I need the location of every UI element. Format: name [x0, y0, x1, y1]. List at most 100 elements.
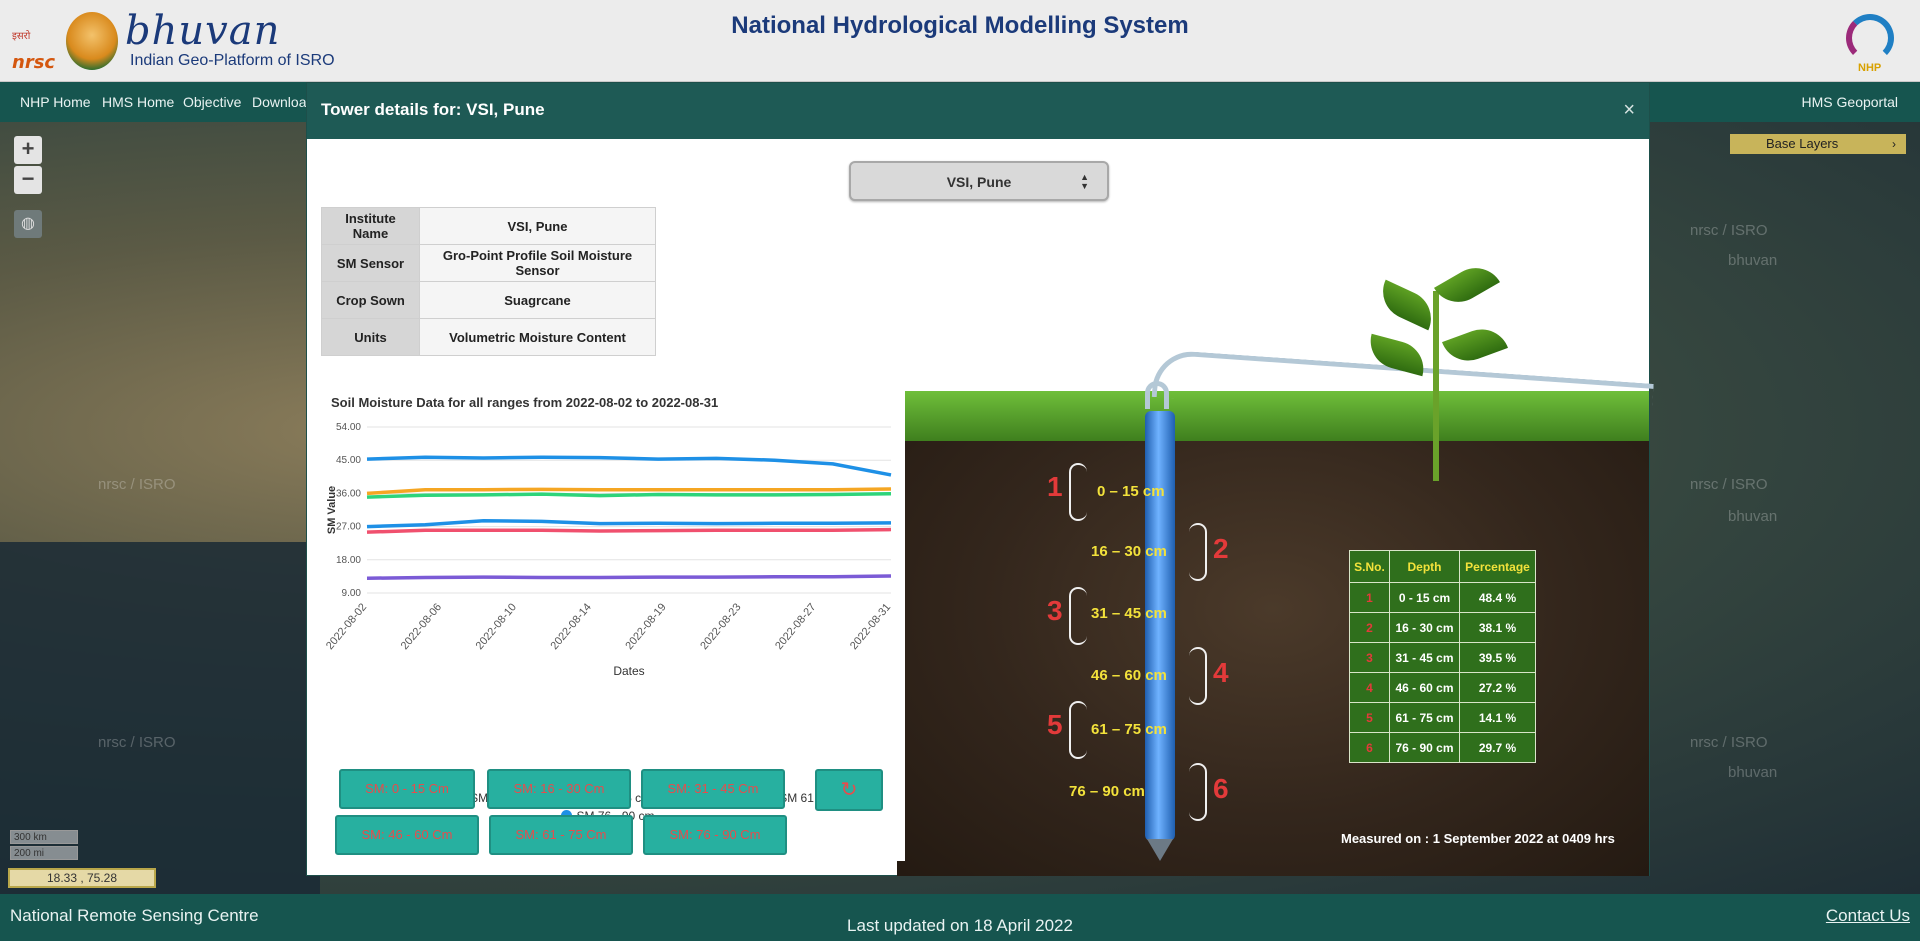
series-line	[366, 492, 892, 499]
base-layers-label: Base Layers	[1766, 136, 1839, 151]
row-number: 3	[1349, 642, 1390, 673]
sensor-cable-bend	[1145, 381, 1169, 409]
y-tick-label: 36.00	[336, 488, 361, 499]
y-tick-label: 54.00	[336, 422, 361, 433]
info-key: SM Sensor	[321, 244, 420, 282]
info-key: Institute Name	[321, 207, 420, 245]
x-tick-label: 2022-08-14	[549, 601, 594, 652]
range-button-46-60[interactable]: SM: 46 - 60 Cm	[335, 815, 479, 855]
chevron-right-icon: ›	[1892, 137, 1896, 151]
close-icon[interactable]: ×	[1623, 99, 1635, 122]
series-line	[366, 527, 892, 534]
cursor-coordinates: 18.33 , 75.28	[8, 868, 156, 888]
table-row: Institute Name VSI, Pune	[321, 207, 656, 245]
depth-number: 1	[1047, 471, 1063, 502]
scale-bar-km: 300 km	[10, 830, 78, 844]
range-button-0-15[interactable]: SM: 0 - 15 Cm	[339, 769, 475, 809]
zoom-out-button[interactable]: −	[14, 166, 42, 194]
nav-objective[interactable]: Objective	[183, 94, 241, 110]
nhp-logo[interactable]: NHP	[1838, 10, 1902, 76]
depth-label: 76 – 90 cm	[1069, 783, 1145, 800]
footer-last-updated: Last updated on 18 April 2022	[847, 916, 1073, 935]
row-depth: 76 - 90 cm	[1389, 732, 1460, 763]
depth-percentage-table: S.No. Depth Percentage 1 0 - 15 cm 48.4 …	[1349, 550, 1536, 763]
row-number: 2	[1349, 612, 1390, 643]
probe-tip	[1147, 839, 1173, 861]
modal-header: Tower details for: VSI, Pune ×	[307, 83, 1649, 139]
row-percentage: 29.7 %	[1459, 732, 1536, 763]
depth-bracket	[1189, 647, 1207, 705]
depth-label: 16 – 30 cm	[1091, 543, 1167, 560]
depth-number: 2	[1213, 533, 1229, 564]
x-axis-label: Dates	[613, 664, 644, 678]
depth-number: 5	[1047, 709, 1063, 740]
range-button-31-45[interactable]: SM: 31 - 45 Cm	[641, 769, 785, 809]
y-tick-label: 18.00	[336, 555, 361, 566]
depth-number: 4	[1213, 657, 1229, 688]
table-row: Units Volumetric Moisture Content	[321, 318, 656, 356]
soil-moisture-probe	[1145, 411, 1175, 841]
table-row: 4 46 - 60 cm 27.2 %	[1349, 672, 1536, 703]
base-layers-toggle[interactable]: Base Layers ›	[1730, 134, 1906, 154]
globe-icon[interactable]: ◍	[14, 210, 42, 238]
info-key: Crop Sown	[321, 281, 420, 319]
depth-number: 6	[1213, 773, 1229, 804]
depth-bracket	[1069, 463, 1087, 521]
x-tick-label: 2022-08-19	[623, 601, 668, 652]
nav-hms-home[interactable]: HMS Home	[102, 94, 174, 110]
nav-downloads[interactable]: Downloa	[252, 94, 306, 110]
x-tick-label: 2022-08-02	[324, 601, 369, 652]
bhuvan-subtitle: Indian Geo-Platform of ISRO	[130, 52, 335, 69]
info-value: Suagrcane	[419, 281, 656, 319]
modal-title: Tower details for: VSI, Pune	[321, 100, 545, 119]
depth-label: 46 – 60 cm	[1091, 667, 1167, 684]
row-number: 1	[1349, 582, 1390, 613]
range-button-61-75[interactable]: SM: 61 - 75 Cm	[489, 815, 633, 855]
table-row: 6 76 - 90 cm 29.7 %	[1349, 732, 1536, 763]
row-percentage: 48.4 %	[1459, 582, 1536, 613]
depth-bracket	[1069, 701, 1087, 759]
row-number: 5	[1349, 702, 1390, 733]
site-title: National Hydrological Modelling System	[731, 12, 1189, 39]
zoom-in-button[interactable]: +	[14, 136, 42, 164]
column-header: Depth	[1389, 550, 1460, 583]
depth-bracket	[1069, 587, 1087, 645]
tower-details-modal: Tower details for: VSI, Pune × VSI, Pune…	[306, 82, 1654, 876]
table-row: SM Sensor Gro-Point Profile Soil Moistur…	[321, 244, 656, 282]
info-value: Gro-Point Profile Soil Moisture Sensor	[419, 244, 656, 282]
x-tick-label: 2022-08-06	[399, 601, 444, 652]
row-percentage: 38.1 %	[1459, 612, 1536, 643]
table-header-row: S.No. Depth Percentage	[1349, 550, 1536, 583]
contact-us-link[interactable]: Contact Us	[1826, 906, 1910, 926]
series-line	[366, 518, 892, 529]
row-number: 4	[1349, 672, 1390, 703]
select-arrows-icon: ▲ ▼	[1080, 172, 1089, 191]
range-button-16-30[interactable]: SM: 16 - 30 Cm	[487, 769, 631, 809]
row-percentage: 39.5 %	[1459, 642, 1536, 673]
nav-nhp-home[interactable]: NHP Home	[20, 94, 91, 110]
nhp-swoosh-icon	[1846, 14, 1894, 62]
row-number: 6	[1349, 732, 1390, 763]
nav-hms-geoportal[interactable]: HMS Geoportal	[1802, 94, 1898, 110]
table-row: Crop Sown Suagrcane	[321, 281, 656, 319]
column-header: S.No.	[1349, 550, 1390, 583]
map-watermark: bhuvan	[1728, 252, 1778, 269]
map-watermark: nrsc / ISRO	[1690, 734, 1768, 751]
depth-bracket	[1189, 523, 1207, 581]
series-line	[366, 487, 892, 496]
site-header: इसरो nrsc bhuvan Indian Geo-Platform of …	[0, 0, 1920, 82]
nrsc-text: nrsc	[12, 52, 56, 73]
refresh-icon[interactable]: ↻	[815, 769, 883, 811]
tower-select-dropdown[interactable]: VSI, Pune ▲ ▼	[849, 161, 1109, 201]
row-percentage: 14.1 %	[1459, 702, 1536, 733]
row-depth: 16 - 30 cm	[1389, 612, 1460, 643]
map-watermark: bhuvan	[1728, 508, 1778, 525]
map-watermark: bhuvan	[1728, 764, 1778, 781]
row-depth: 61 - 75 cm	[1389, 702, 1460, 733]
map-watermark: nrsc / ISRO	[98, 476, 176, 493]
range-button-76-90[interactable]: SM: 76 - 90 Cm	[643, 815, 787, 855]
depth-label: 0 – 15 cm	[1097, 483, 1165, 500]
row-depth: 31 - 45 cm	[1389, 642, 1460, 673]
x-tick-label: 2022-08-23	[698, 601, 743, 652]
depth-label: 31 – 45 cm	[1091, 605, 1167, 622]
